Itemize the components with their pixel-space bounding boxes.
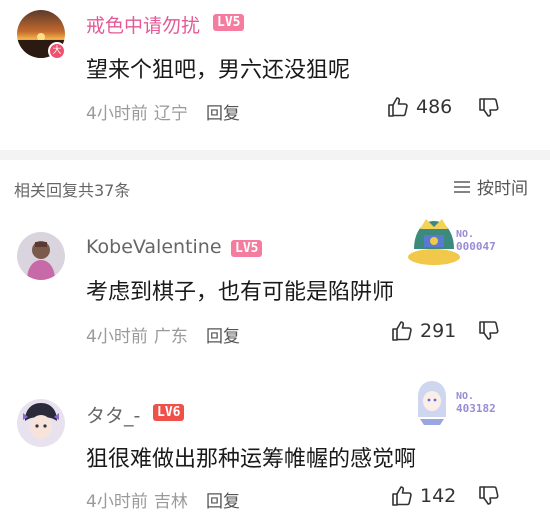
dislike-button[interactable] bbox=[477, 96, 501, 124]
dislike-button[interactable] bbox=[477, 484, 501, 512]
thumbs-up-icon bbox=[392, 486, 412, 506]
related-replies-count: 相关回复共37条 bbox=[14, 181, 131, 200]
level-badge: LV5 bbox=[213, 14, 245, 31]
reply-button[interactable]: 回复 bbox=[206, 322, 240, 347]
comment-text: 望来个狙吧，男六还没狙呢 bbox=[86, 58, 351, 83]
medal-label: NO. bbox=[456, 229, 475, 240]
username[interactable]: タタ_- bbox=[86, 401, 140, 428]
comment-time: 4小时前 bbox=[86, 104, 148, 124]
username[interactable]: 戒色中请勿扰 bbox=[86, 11, 200, 38]
fan-medal-badge: NO. 000047 bbox=[402, 209, 502, 269]
thumbs-down-icon bbox=[479, 98, 499, 117]
vip-badge-icon: 大 bbox=[48, 42, 66, 60]
comment-location: 吉林 bbox=[153, 492, 188, 512]
dislike-button[interactable] bbox=[477, 319, 501, 347]
comment-time: 4小时前 bbox=[86, 327, 148, 347]
username[interactable]: KobeValentine bbox=[86, 236, 222, 258]
comment-meta: 4小时前 广东 bbox=[86, 322, 188, 347]
medal-number: 403182 bbox=[456, 402, 496, 415]
sort-by-time-button[interactable]: 按时间 bbox=[453, 174, 528, 199]
medal-number: 000047 bbox=[456, 240, 496, 253]
avatar[interactable] bbox=[17, 399, 65, 447]
comment-meta: 4小时前 辽宁 bbox=[86, 99, 188, 124]
sort-label: 按时间 bbox=[477, 179, 528, 199]
menu-icon bbox=[454, 180, 470, 193]
thumbs-up-icon bbox=[392, 321, 412, 341]
comment-location: 广东 bbox=[153, 327, 188, 347]
like-count: 142 bbox=[420, 485, 457, 507]
like-button[interactable]: 486 bbox=[386, 95, 452, 119]
comment-text: 考虑到棋子，也有可能是陷阱师 bbox=[86, 280, 395, 305]
medal-label: NO. bbox=[456, 391, 475, 402]
fan-medal-badge: NO. 403182 bbox=[412, 379, 522, 429]
thumbs-down-icon bbox=[479, 321, 499, 340]
like-button[interactable]: 142 bbox=[390, 484, 456, 508]
level-badge: LV5 bbox=[231, 240, 263, 257]
reply-item: タタ_- LV6 NO. 403182 狙很难做出那种运筹帷幄的感觉啊 4小时前… bbox=[0, 365, 550, 523]
section-divider bbox=[0, 150, 550, 160]
avatar[interactable] bbox=[17, 232, 65, 280]
reply-item: KobeValentine LV5 NO. 000047 考虑到棋子，也有可能是… bbox=[0, 205, 550, 355]
character-icon bbox=[418, 381, 446, 425]
level-badge: LV6 bbox=[153, 404, 185, 421]
reply-button[interactable]: 回复 bbox=[206, 99, 240, 124]
thumbs-up-icon bbox=[388, 97, 408, 117]
reply-button[interactable]: 回复 bbox=[206, 487, 240, 512]
thumbs-down-icon bbox=[479, 486, 499, 505]
top-comment: 大 戒色中请勿扰 LV5 望来个狙吧，男六还没狙呢 4小时前 辽宁 回复 486 bbox=[0, 0, 550, 150]
like-count: 486 bbox=[416, 96, 453, 118]
comment-location: 辽宁 bbox=[153, 104, 188, 124]
comment-meta: 4小时前 吉林 bbox=[86, 487, 188, 512]
like-count: 291 bbox=[420, 320, 457, 342]
comment-text: 狙很难做出那种运筹帷幄的感觉啊 bbox=[86, 447, 417, 472]
like-button[interactable]: 291 bbox=[390, 319, 456, 343]
comment-time: 4小时前 bbox=[86, 492, 148, 512]
